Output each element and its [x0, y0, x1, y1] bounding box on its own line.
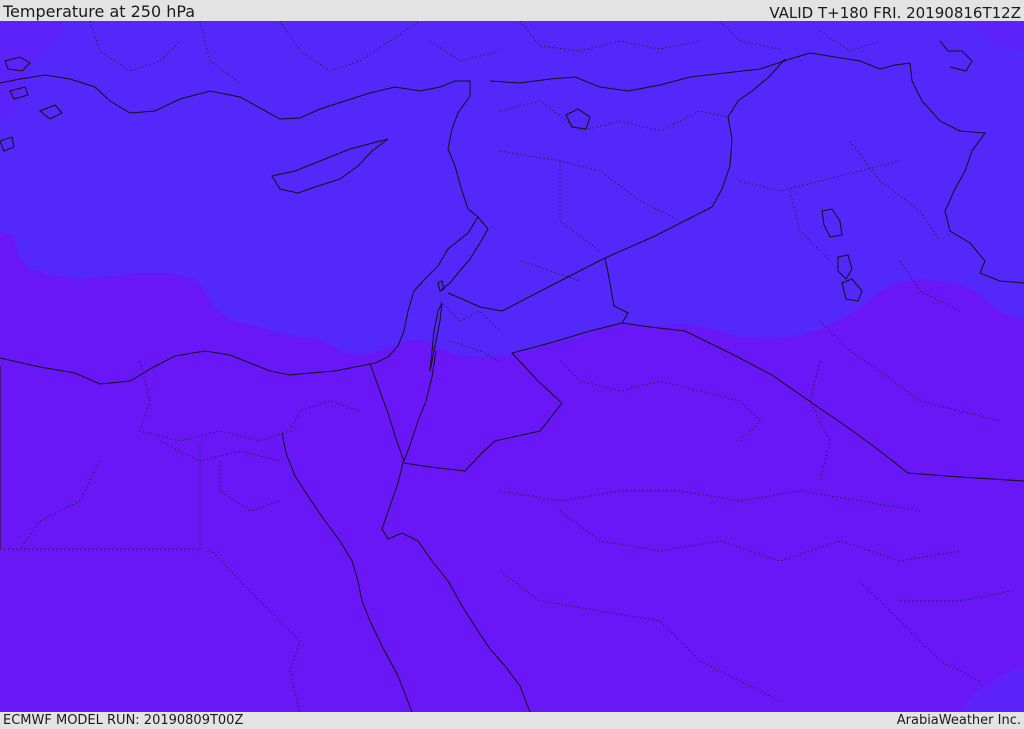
header-bar: Temperature at 250 hPa VALID T+180 FRI. … — [0, 0, 1024, 21]
map-title: Temperature at 250 hPa — [3, 2, 196, 21]
credit-label: ArabiaWeather Inc. — [896, 713, 1021, 728]
weather-map-frame: Temperature at 250 hPa VALID T+180 FRI. … — [0, 0, 1024, 729]
model-run-label: ECMWF MODEL RUN: 20190809T00Z — [3, 713, 244, 728]
map-canvas — [0, 21, 1024, 712]
footer-bar: ECMWF MODEL RUN: 20190809T00Z ArabiaWeat… — [0, 712, 1024, 729]
temperature-map — [0, 21, 1024, 712]
valid-time-label: VALID T+180 FRI. 20190816T12Z — [769, 4, 1021, 22]
